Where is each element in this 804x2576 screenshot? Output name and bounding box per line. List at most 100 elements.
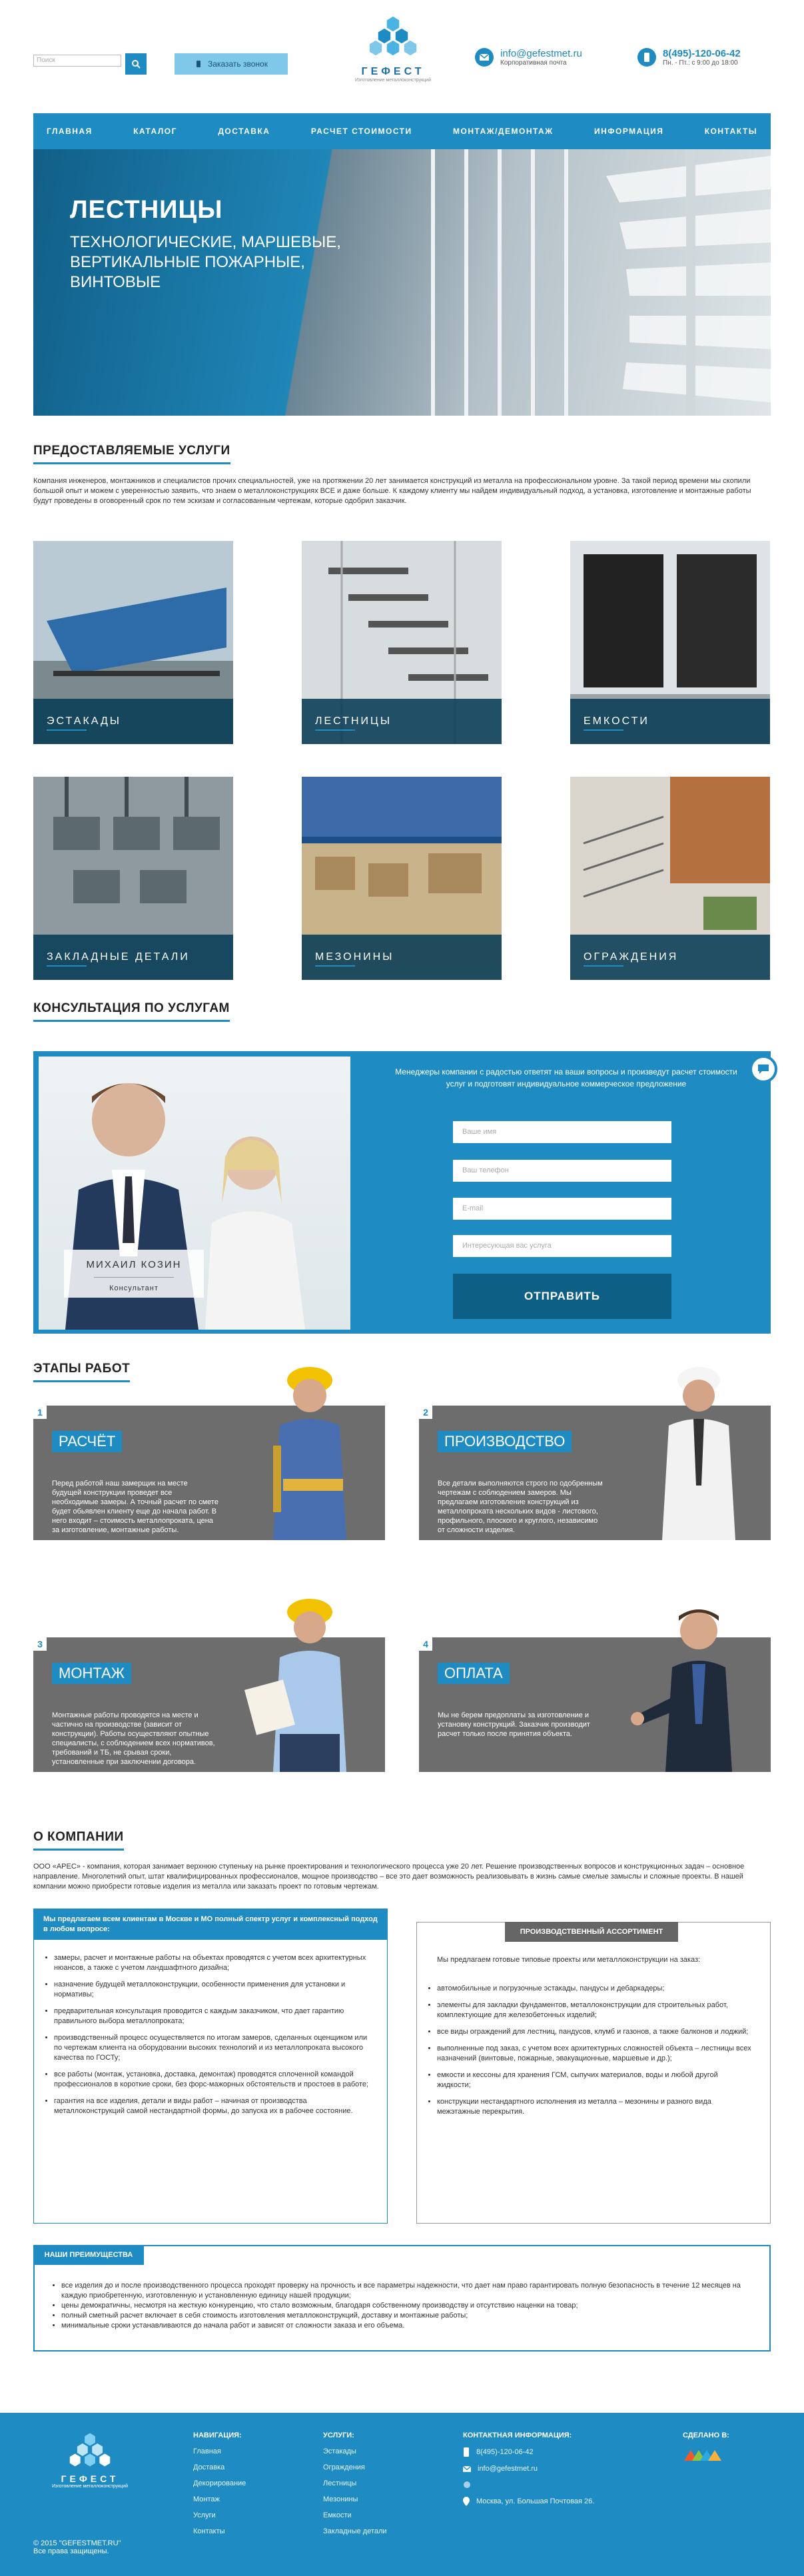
stage-title: Монтаж bbox=[52, 1663, 132, 1684]
service-card-fences[interactable]: Ограждения bbox=[570, 777, 770, 980]
phone-icon bbox=[464, 2447, 469, 2457]
footer-phone[interactable]: 8(495)-120-06-42 bbox=[463, 2447, 656, 2457]
service-card-stairs[interactable]: Лестницы bbox=[302, 541, 502, 744]
location-icon bbox=[463, 2497, 470, 2506]
services-heading: Предоставляемые услуги bbox=[33, 444, 230, 464]
service-card-tanks[interactable]: Емкости bbox=[570, 541, 770, 744]
about-heading: О компании bbox=[33, 1830, 124, 1851]
advantages-list: все изделия до и после производственного… bbox=[61, 2281, 761, 2331]
stage-card-1: 1 Расчёт Перед работой наш замерщик на м… bbox=[33, 1366, 385, 1540]
skype-icon bbox=[464, 2481, 470, 2488]
main-nav: Главная Каталог Доставка Расчет стоимост… bbox=[33, 113, 771, 149]
footer-address: Москва, ул. Большая Почтовая 26. bbox=[463, 2497, 656, 2506]
footer-link[interactable]: Услуги bbox=[193, 2511, 246, 2519]
service-card-mezzanines[interactable]: Мезонины bbox=[302, 777, 502, 980]
email-field[interactable]: E-mail bbox=[453, 1198, 671, 1220]
footer-email-text: info@gefestmet.ru bbox=[478, 2465, 538, 2473]
footer-link[interactable]: Декорирование bbox=[193, 2479, 246, 2487]
hero-title: ЛЕСТНИЦЫ bbox=[70, 196, 223, 224]
chat-icon bbox=[758, 1065, 769, 1074]
list-item: элементы для закладки фундаментов, метал… bbox=[437, 2000, 751, 2020]
footer-logo[interactable]: ГЕФЕСТ Изготовление металлоконструкций bbox=[47, 2431, 133, 2489]
phone-circle-icon bbox=[637, 48, 656, 67]
header-email[interactable]: info@gefestmet.ru Корпоративная почта bbox=[475, 48, 582, 67]
logo-subtitle: Изготовление металлоконструкций bbox=[355, 78, 431, 83]
search-input[interactable]: Поиск bbox=[33, 55, 121, 67]
list-item: замеры, расчет и монтажные работы на объ… bbox=[54, 1953, 375, 1973]
assortment-head: Производственный ассортимент bbox=[505, 1922, 678, 1942]
offer-list: замеры, расчет и монтажные работы на объ… bbox=[34, 1940, 387, 2130]
service-card-estakady[interactable]: Эстакады bbox=[33, 541, 233, 744]
list-item: полный сметный расчет включает в себя ст… bbox=[61, 2311, 761, 2321]
stage-text: Перед работой наш замерщик на месте буду… bbox=[52, 1480, 218, 1534]
footer-logo-name: ГЕФЕСТ bbox=[61, 2473, 119, 2484]
footer-contacts-title: Контактная информация: bbox=[463, 2431, 572, 2439]
footer-services-title: Услуги: bbox=[323, 2431, 354, 2439]
stage-title: Производство bbox=[438, 1431, 572, 1452]
nav-item-price[interactable]: Расчет стоимости bbox=[311, 127, 412, 136]
service-field[interactable]: Интересующая вас услуга bbox=[453, 1235, 671, 1257]
stage-card-2: 2 Производство Все детали выполняются ст… bbox=[419, 1366, 771, 1540]
about-offer-box: Мы предлагаем всем клиентам в Москве и М… bbox=[33, 1909, 388, 2224]
service-label: Лестницы bbox=[302, 699, 502, 744]
footer-link[interactable]: Ограждения bbox=[323, 2463, 387, 2471]
service-label: Емкости bbox=[570, 699, 770, 744]
list-item: цены демократичны, несмотря на жесткую к… bbox=[61, 2301, 761, 2311]
nav-item-catalog[interactable]: Каталог bbox=[133, 127, 177, 136]
footer-link[interactable]: Лестницы bbox=[323, 2479, 387, 2487]
footer-link[interactable]: Контакты bbox=[193, 2527, 246, 2535]
name-field[interactable]: Ваше имя bbox=[453, 1121, 671, 1143]
consultant-photo: МИХАИЛ КОЗИН Консультант bbox=[39, 1057, 350, 1330]
callback-button[interactable]: Заказать звонок bbox=[175, 53, 288, 75]
stage-text: Мы не берем предоплаты за изготовление и… bbox=[438, 1711, 590, 1738]
stage-card-4: 4 Оплата Мы не берем предоплаты за изгот… bbox=[419, 1597, 771, 1772]
phone-field[interactable]: Ваш телефон bbox=[453, 1160, 671, 1182]
footer-link[interactable]: Емкости bbox=[323, 2511, 387, 2519]
chat-button[interactable] bbox=[749, 1055, 777, 1083]
nav-item-installation[interactable]: Монтаж/демонтаж bbox=[453, 127, 554, 136]
list-item: емкости и кессоны для хранения ГСМ, сыпу… bbox=[437, 2070, 751, 2090]
footer-link[interactable]: Закладные детали bbox=[323, 2527, 387, 2535]
spiral-stairs-image bbox=[431, 149, 771, 416]
service-card-embedded-parts[interactable]: Закладные детали bbox=[33, 777, 233, 980]
made-by-title: Сделано в: bbox=[683, 2431, 729, 2439]
stage-number: 2 bbox=[419, 1406, 432, 1419]
nav-item-delivery[interactable]: Доставка bbox=[218, 127, 270, 136]
phone-icon bbox=[197, 61, 201, 67]
phone-number[interactable]: 8(495)-120-06-42 bbox=[663, 48, 741, 59]
assortment-box: Производственный ассортимент Мы предлага… bbox=[416, 1922, 771, 2224]
footer-link[interactable]: Доставка bbox=[193, 2463, 246, 2471]
logo[interactable]: ГЕФЕСТ Изготовление металлоконструкций bbox=[353, 15, 433, 83]
nav-item-contacts[interactable]: Контакты bbox=[705, 127, 757, 136]
send-button[interactable]: Отправить bbox=[453, 1274, 671, 1319]
footer-made-by: Сделано в: bbox=[683, 2431, 729, 2465]
footer-link[interactable]: Главная bbox=[193, 2447, 246, 2455]
stage-card-3: 3 Монтаж Монтажные работы проводятся на … bbox=[33, 1597, 385, 1772]
stage-text: Монтажные работы проводятся на месте и ч… bbox=[52, 1711, 215, 1766]
footer: ГЕФЕСТ Изготовление металлоконструкций ©… bbox=[0, 2413, 804, 2576]
developer-logo-icon[interactable] bbox=[683, 2447, 723, 2463]
footer-link[interactable]: Монтаж bbox=[193, 2495, 246, 2503]
footer-link[interactable]: Эстакады bbox=[323, 2447, 387, 2455]
consultant-card: МИХАИЛ КОЗИН Консультант bbox=[64, 1250, 204, 1298]
search-button[interactable] bbox=[125, 53, 147, 75]
working-hours: Пн. - Пт.: с 9:00 до 18:00 bbox=[663, 59, 738, 67]
nav-item-home[interactable]: Главная bbox=[47, 127, 93, 136]
assortment-list: автомобильные и погрузочные эстакады, па… bbox=[417, 1970, 763, 2130]
service-label: Мезонины bbox=[302, 935, 502, 980]
nav-item-info[interactable]: Информация bbox=[594, 127, 663, 136]
stage-title: Оплата bbox=[438, 1663, 510, 1684]
service-label: Ограждения bbox=[570, 935, 770, 980]
logo-name: ГЕФЕСТ bbox=[361, 66, 425, 77]
email-link[interactable]: info@gefestmet.ru bbox=[500, 48, 582, 59]
consultant-name: МИХАИЛ КОЗИН bbox=[86, 1259, 182, 1270]
list-item: все виды ограждений для лестниц, пандусо… bbox=[437, 2027, 751, 2037]
stage-title: Расчёт bbox=[52, 1431, 123, 1452]
list-item: назначение будущей металлоконструкции, о… bbox=[54, 1980, 375, 2000]
footer-link[interactable]: Мезонины bbox=[323, 2495, 387, 2503]
list-item: все изделия до и после производственного… bbox=[61, 2281, 761, 2301]
services-text: Компания инженеров, монтажников и специа… bbox=[33, 477, 751, 505]
header-phone[interactable]: 8(495)-120-06-42 Пн. - Пт.: с 9:00 до 18… bbox=[637, 48, 741, 67]
footer-email[interactable]: info@gefestmet.ru bbox=[463, 2465, 656, 2473]
mail-icon bbox=[475, 48, 494, 67]
